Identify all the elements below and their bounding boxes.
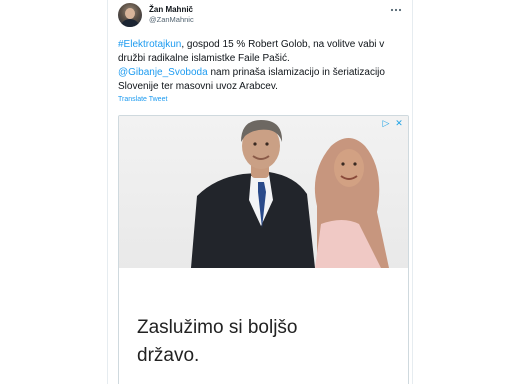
ad-card[interactable]: ▷ ✕ Zaslužimo si boljšo državo. — [118, 115, 409, 384]
more-horizontal-icon — [390, 8, 402, 12]
ad-controls: ▷ ✕ — [381, 118, 404, 128]
avatar-body-shape — [120, 19, 140, 27]
tweet-header: Žan Mahnič @ZanMahnic — [118, 2, 402, 32]
more-options-icon[interactable] — [390, 4, 402, 15]
author-names[interactable]: Žan Mahnič @ZanMahnic — [149, 5, 194, 25]
translate-tweet-link[interactable]: Translate Tweet — [118, 96, 167, 103]
avatar-face-shape — [125, 8, 135, 19]
tweet-card: Žan Mahnič @ZanMahnic #Elektrotajkun, go… — [107, 0, 413, 384]
avatar[interactable] — [118, 3, 142, 27]
hashtag-link[interactable]: #Elektrotajkun — [118, 39, 181, 50]
ad-headline-line-2: državo. — [137, 345, 200, 366]
ad-headline: Zaslužimo si boljšo državo. — [137, 314, 387, 370]
tweet-text: #Elektrotajkun, gospod 15 % Robert Golob… — [118, 38, 410, 94]
ad-photo — [119, 116, 408, 268]
author-handle[interactable]: @ZanMahnic — [149, 15, 194, 25]
close-ad-icon[interactable]: ✕ — [394, 118, 404, 128]
mention-link[interactable]: @Gibanje_Svoboda — [118, 67, 208, 78]
ad-headline-line-1: Zaslužimo si boljšo — [137, 317, 298, 338]
author-display-name[interactable]: Žan Mahnič — [149, 5, 194, 15]
adchoices-icon[interactable]: ▷ — [381, 118, 391, 128]
ad-people-image — [191, 120, 389, 268]
